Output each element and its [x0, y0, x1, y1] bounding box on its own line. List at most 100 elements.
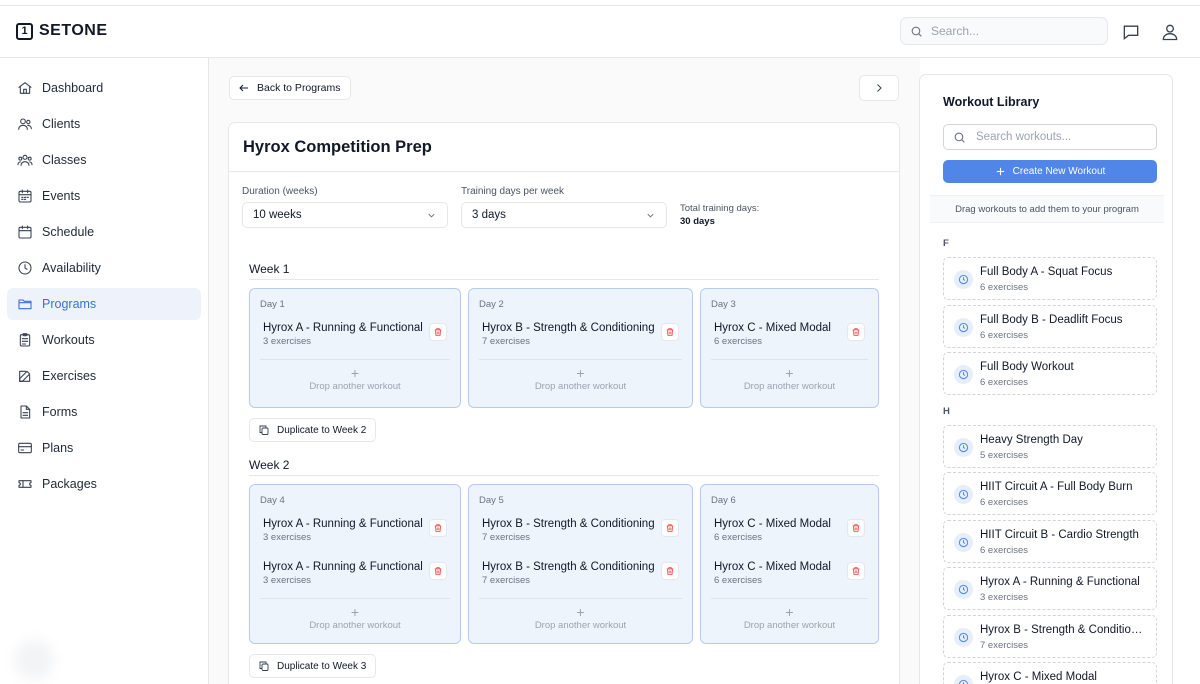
main-content: Back to Programs Hyrox Competition Prep … [209, 58, 920, 684]
scheduled-workout[interactable]: Hyrox C - Mixed Modal 6 exercises [714, 518, 831, 543]
day-divider [711, 359, 868, 360]
day-slot[interactable]: Day 6 Hyrox C - Mixed Modal 6 exercises Hyr… [700, 484, 879, 644]
sidebar-item-label: Schedule [42, 225, 95, 239]
remove-workout-button[interactable] [429, 323, 447, 341]
remove-workout-button[interactable] [429, 562, 447, 580]
arrow-left-icon [238, 82, 250, 94]
scheduled-workout[interactable]: Hyrox C - Mixed Modal 6 exercises [714, 322, 831, 347]
scheduled-workout[interactable]: Hyrox B - Strength & Conditioning 7 exerc… [482, 561, 655, 586]
duration-value: 10 weeks [253, 209, 302, 221]
library-workout-count: 6 exercises [980, 544, 1029, 556]
duplicate-week-button[interactable]: Duplicate to Week 3 [249, 654, 377, 678]
scheduled-workout[interactable]: Hyrox B - Strength & Conditioning 7 exerc… [482, 518, 655, 543]
library-workout-item[interactable]: HIIT Circuit A - Full Body Burn 6 exercis… [943, 472, 1157, 515]
library-search[interactable] [943, 124, 1157, 150]
duplicate-week-label: Duplicate to Week 3 [277, 660, 367, 672]
workout-exercise-count: 7 exercises [482, 575, 531, 586]
trash-icon [433, 327, 443, 337]
sidebar-item-label: Workouts [42, 333, 95, 347]
library-workout-item[interactable]: Full Body Workout 6 exercises [943, 352, 1157, 395]
sidebar-item-schedule[interactable]: Schedule [7, 216, 201, 248]
scheduled-workout[interactable]: Hyrox C - Mixed Modal 6 exercises [714, 561, 831, 586]
logo[interactable]: 1 SETONE [16, 22, 108, 40]
scheduled-workout[interactable]: Hyrox A - Running & Functional 3 exercise… [263, 322, 423, 347]
chevron-down-icon [645, 210, 656, 221]
workout-exercise-count: 7 exercises [482, 336, 531, 347]
sidebar-item-packages[interactable]: Packages [7, 468, 201, 500]
drop-zone[interactable]: + Drop another workout [701, 605, 878, 631]
scheduled-workout[interactable]: Hyrox A - Running & Functional 3 exercise… [263, 518, 423, 543]
sidebar-item-label: Forms [42, 405, 78, 419]
library-workout-item[interactable]: Full Body B - Deadlift Focus 6 exercises [943, 304, 1157, 348]
library-group-letter: F [943, 238, 949, 249]
library-workout-item[interactable]: Hyrox A - Running & Functional 3 exercise… [943, 567, 1157, 610]
sidebar-item-exercises[interactable]: Exercises [7, 360, 201, 392]
training-days-select[interactable]: 3 days [461, 202, 667, 228]
sidebar-item-plans[interactable]: Plans [7, 432, 201, 464]
training-days-value: 3 days [472, 209, 506, 221]
trash-icon [665, 327, 675, 337]
drop-zone[interactable]: + Drop another workout [469, 605, 692, 631]
copy-icon [258, 660, 270, 672]
sidebar-item-classes[interactable]: Classes [7, 144, 201, 176]
drop-zone-label: Drop another workout [743, 620, 836, 631]
remove-workout-button[interactable] [429, 519, 447, 537]
duration-select[interactable]: 10 weeks [242, 202, 448, 228]
plus-icon: + [785, 604, 794, 620]
remove-workout-button[interactable] [661, 323, 679, 341]
library-workout-name: Full Body Workout [980, 361, 1074, 373]
library-search-input[interactable] [976, 131, 1146, 143]
user-icon[interactable] [1159, 21, 1181, 43]
workout-exercise-count: 3 exercises [263, 336, 312, 347]
remove-workout-button[interactable] [661, 562, 679, 580]
clock-icon [954, 485, 973, 504]
sidebar-item-events[interactable]: Events [7, 180, 201, 212]
sidebar-item-label: Classes [42, 153, 87, 167]
library-workout-item[interactable]: Heavy Strength Day 5 exercises [943, 424, 1157, 468]
scheduled-workout[interactable]: Hyrox A - Running & Functional 3 exercise… [263, 561, 423, 586]
sidebar-item-clients[interactable]: Clients [7, 108, 201, 140]
drop-zone-label: Drop another workout [309, 381, 401, 392]
remove-workout-button[interactable] [847, 323, 865, 341]
day-label: Day 1 [260, 299, 285, 310]
scheduled-workout[interactable]: Hyrox B - Strength & Conditioning 7 exerc… [482, 322, 655, 347]
sidebar-item-forms[interactable]: Forms [7, 396, 201, 428]
library-workout-item[interactable]: Hyrox C - Mixed Modal [943, 662, 1157, 684]
day-slot[interactable]: Day 3 Hyrox C - Mixed Modal 6 exercises + Dr… [700, 288, 879, 408]
sidebar-item-dashboard[interactable]: Dashboard [7, 72, 201, 104]
global-search[interactable] [900, 17, 1108, 45]
chevron-right-icon [873, 82, 885, 94]
drop-zone[interactable]: + Drop another workout [701, 366, 878, 392]
sidebar-item-programs[interactable]: Programs [7, 288, 201, 320]
drop-zone-label: Drop another workout [534, 620, 627, 631]
day-slot[interactable]: Day 4 Hyrox A - Running & Functional 3 exe… [249, 484, 461, 644]
library-workout-name: Hyrox B - Strength & Conditioning [980, 623, 1148, 636]
remove-workout-button[interactable] [847, 519, 865, 537]
drop-zone-label: Drop another workout [534, 381, 627, 392]
day-slot[interactable]: Day 2 Hyrox B - Strength & Conditioning 7 … [468, 288, 693, 408]
next-button[interactable] [859, 75, 899, 101]
sidebar-item-availability[interactable]: Availability [7, 252, 201, 284]
back-to-programs-button[interactable]: Back to Programs [229, 76, 352, 100]
day-slot[interactable]: Day 5 Hyrox B - Strength & Conditioning 7 … [468, 484, 693, 644]
remove-workout-button[interactable] [847, 562, 865, 580]
ticket-icon [17, 476, 33, 492]
sidebar-item-workouts[interactable]: Workouts [7, 324, 201, 356]
drop-zone[interactable]: + Drop another workout [469, 366, 692, 392]
clock-icon [954, 317, 973, 337]
global-search-input[interactable] [931, 24, 1091, 38]
library-workout-item[interactable]: Hyrox B - Strength & Conditioning 7 exerc… [943, 614, 1157, 658]
library-workout-item[interactable]: Full Body A - Squat Focus 6 exercises [943, 257, 1157, 300]
day-slot[interactable]: Day 1 Hyrox A - Running & Functional 3 exe… [249, 288, 461, 408]
workout-name: Hyrox A - Running & Functional [263, 561, 423, 573]
drop-zone[interactable]: + Drop another workout [250, 605, 460, 631]
duplicate-week-button[interactable]: Duplicate to Week 2 [249, 418, 377, 442]
drop-zone[interactable]: + Drop another workout [250, 366, 460, 392]
remove-workout-button[interactable] [661, 519, 679, 537]
create-new-workout-button[interactable]: Create New Workout [943, 160, 1157, 183]
chat-icon[interactable] [1120, 21, 1142, 43]
floating-widget[interactable] [14, 640, 54, 680]
library-workout-count: 6 exercises [980, 377, 1029, 388]
library-workout-item[interactable]: HIIT Circuit B - Cardio Strength 6 exerci… [943, 519, 1157, 563]
card-icon [17, 440, 33, 456]
